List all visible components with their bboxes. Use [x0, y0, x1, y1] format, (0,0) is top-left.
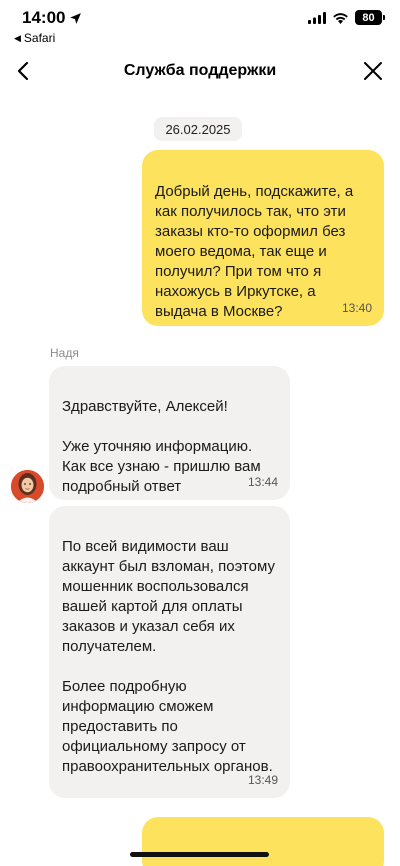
message-text: Добрый день, подскажите, а как получилос…: [155, 183, 354, 320]
back-triangle-icon: ◀: [14, 32, 21, 43]
battery-level: 80: [362, 11, 375, 24]
status-time-text: 14:00: [22, 8, 66, 27]
status-time: 14:00: [22, 8, 82, 28]
back-app-label: Safari: [23, 31, 56, 45]
incoming-message[interactable]: По всей видимости ваш аккаунт был взлома…: [49, 506, 290, 798]
close-button[interactable]: [360, 58, 386, 84]
chat-header: Служба поддержки: [0, 52, 400, 92]
location-arrow-icon: [70, 12, 82, 24]
close-icon: [364, 62, 382, 80]
battery-icon: 80: [355, 10, 385, 25]
message-time: 13:40: [341, 301, 372, 315]
sender-name: Надя: [50, 346, 79, 360]
outgoing-message[interactable]: Добрый день, подскажите, а как получилос…: [142, 150, 384, 326]
status-indicators: 80: [308, 10, 385, 25]
status-bar: 14:00 ◀ Safari 80: [0, 0, 400, 50]
message-time: 13:49: [247, 773, 278, 787]
date-separator: 26.02.2025: [154, 117, 242, 141]
outgoing-message-partial[interactable]: [142, 817, 384, 866]
page-title: Служба поддержки: [123, 62, 277, 79]
cellular-signal-icon: [308, 11, 326, 24]
back-to-app-link[interactable]: ◀ Safari: [14, 31, 55, 45]
message-text: По всей видимости ваш аккаунт был взлома…: [62, 538, 275, 775]
home-indicator: [130, 852, 269, 857]
message-time: 13:44: [247, 475, 278, 489]
wifi-icon: [333, 12, 348, 24]
message-text: Здравствуйте, Алексей! Уже уточняю инфор…: [62, 398, 261, 495]
incoming-message[interactable]: Здравствуйте, Алексей! Уже уточняю инфор…: [49, 366, 290, 500]
agent-avatar[interactable]: [11, 470, 44, 503]
agent-avatar-image: [11, 470, 44, 503]
